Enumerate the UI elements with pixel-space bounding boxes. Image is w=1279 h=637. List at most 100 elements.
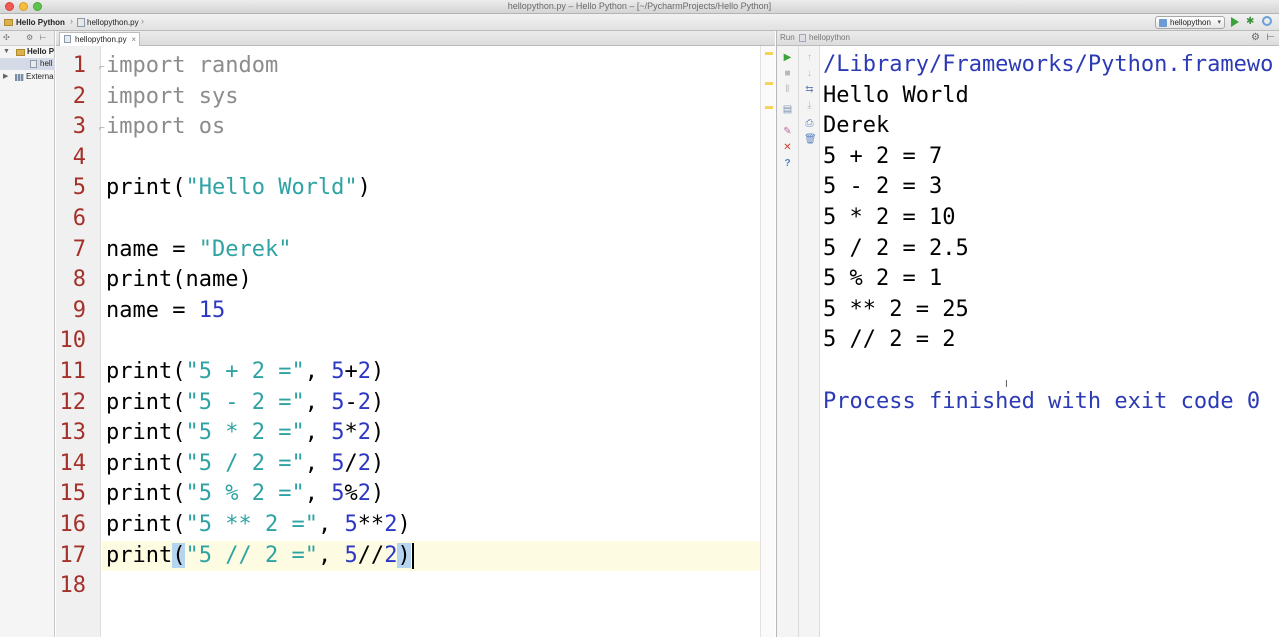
code-token: ) <box>397 512 411 537</box>
sync-icon[interactable]: ✣ <box>3 33 10 42</box>
scroll-to-end-icon[interactable]: ⤓ <box>804 100 815 111</box>
expand-arrow-icon[interactable]: ▼ <box>3 46 10 58</box>
tab-hellopython[interactable]: hellopython.py × <box>59 32 140 46</box>
stop-icon[interactable]: ■ <box>782 68 793 79</box>
code-token: ) <box>370 481 385 507</box>
code-token: 15 <box>198 297 226 323</box>
debug-bug-icon[interactable]: ✱ <box>1246 16 1254 27</box>
code-token: "5 + 2 =" <box>185 359 305 384</box>
code-token: 2 <box>357 450 371 476</box>
line-number: 18 <box>59 573 87 599</box>
code-token: "5 % 2 =" <box>185 481 305 507</box>
code-token: import sys <box>106 83 239 109</box>
code-line[interactable]: print("Hello World") <box>106 173 371 203</box>
close-run-icon[interactable]: ✕ <box>782 142 793 153</box>
pause-icon[interactable]: ‖ <box>782 84 793 95</box>
tree-item-file[interactable]: hell <box>0 58 55 70</box>
window-title: hellopython.py – Hello Python – [~/Pycha… <box>507 1 772 11</box>
code-token: , <box>304 359 332 384</box>
editor-tab-bar: hellopython.py × <box>56 31 775 46</box>
run-tab-hellopython[interactable]: hellopython <box>799 31 850 45</box>
line-number: 9 <box>72 297 86 323</box>
pin-icon[interactable]: ✎ <box>782 126 793 137</box>
gear-icon[interactable]: ⚙ <box>26 33 33 42</box>
code-token: print( <box>106 512 186 537</box>
run-toolbar-secondary: ↑ ↓ ⇆ ⤓ ⎙ 🗑 <box>799 46 820 637</box>
run-panel-header: Run hellopython ⚙ ⊢ <box>777 31 1279 46</box>
code-token: + <box>344 359 358 384</box>
code-line[interactable]: name = "Derek" <box>106 235 291 265</box>
code-line[interactable]: import random <box>106 51 278 81</box>
python-config-icon <box>799 34 806 42</box>
help-icon[interactable]: ? <box>782 158 793 169</box>
rerun-icon[interactable]: ▶ <box>782 52 793 63</box>
console-output[interactable]: /Library/Frameworks/Python.framewo Hello … <box>823 50 1278 630</box>
soft-wrap-icon[interactable]: ⇆ <box>804 84 815 95</box>
code-line[interactable]: name = 15 <box>106 296 225 326</box>
console-line: 5 // 2 = 2 <box>823 327 956 353</box>
project-toolbar: ✣ ⚙ ⊢ <box>0 31 54 46</box>
warning-marker[interactable] <box>765 106 773 109</box>
arrow-down-icon[interactable]: ↓ <box>804 68 815 79</box>
code-token: "5 // 2 =" <box>185 542 318 568</box>
run-configuration-label: hellopython <box>1170 18 1211 27</box>
tree-item-project[interactable]: ▼ Hello P <box>0 46 55 58</box>
code-line[interactable]: print(name) <box>106 265 252 295</box>
text-caret <box>411 542 414 569</box>
code-token: 2 <box>357 389 371 415</box>
console-line: Process finished with exit code 0 <box>823 388 1261 414</box>
navigation-bar: Hello Python › hellopython.py › hellopyt… <box>0 14 1279 31</box>
coverage-icon[interactable] <box>1262 16 1272 26</box>
python-file-icon <box>77 18 85 27</box>
code-token: print( <box>106 359 186 384</box>
gear-icon[interactable]: ⚙ <box>1251 31 1260 45</box>
breadcrumb-project[interactable]: Hello Python <box>4 16 65 29</box>
code-token: import random <box>106 53 279 78</box>
code-line[interactable]: print("5 // 2 =", 5//2) <box>106 541 414 571</box>
warning-marker[interactable] <box>765 52 773 55</box>
code-line[interactable]: import sys <box>106 82 238 112</box>
warning-marker[interactable] <box>765 82 773 85</box>
code-line[interactable]: print("5 ** 2 =", 5**2) <box>106 510 411 540</box>
line-number: 13 <box>59 420 87 446</box>
code-token: ) <box>397 542 411 568</box>
dump-threads-icon[interactable]: ▤ <box>782 104 793 115</box>
code-token: 5 <box>344 512 358 537</box>
line-number: 6 <box>72 206 86 231</box>
line-number: 2 <box>72 83 86 109</box>
fold-marker-icon[interactable]: ⌐ <box>99 114 105 144</box>
print-icon[interactable]: ⎙ <box>804 118 815 129</box>
run-configuration-select[interactable]: hellopython ▾ <box>1155 16 1225 29</box>
fold-marker-icon[interactable]: ⌐ <box>99 53 105 83</box>
error-stripe[interactable] <box>760 46 775 637</box>
code-line[interactable]: print("5 + 2 =", 5+2) <box>106 357 384 387</box>
code-line[interactable]: print("5 - 2 =", 5-2) <box>106 388 384 418</box>
breadcrumb-separator-icon: › <box>141 16 144 26</box>
code-token: 2 <box>384 512 398 537</box>
code-line[interactable]: import os <box>106 112 225 142</box>
line-number: 1 <box>72 53 86 78</box>
clear-all-trash-icon[interactable]: 🗑 <box>804 134 817 145</box>
breadcrumb-file-label: hellopython.py <box>87 18 139 27</box>
tree-item-external-libraries[interactable]: ▶ Externa <box>0 71 55 83</box>
console-line: 5 - 2 = 3 <box>823 174 943 200</box>
project-tool-window: ✣ ⚙ ⊢ ▼ Hello P hell ▶ Externa <box>0 31 55 637</box>
code-line[interactable]: print("5 % 2 =", 5%2) <box>106 479 384 509</box>
hide-panel-icon[interactable]: ⊢ <box>1266 31 1275 45</box>
collapse-arrow-icon[interactable]: ▶ <box>3 71 8 83</box>
folder-icon <box>4 19 13 26</box>
console-line: Hello World <box>823 82 969 108</box>
run-button[interactable] <box>1231 17 1239 27</box>
collapse-icon[interactable]: ⊢ <box>39 33 46 42</box>
line-number: 15 <box>59 481 87 507</box>
line-number: 5 <box>72 175 86 201</box>
breadcrumb-file[interactable]: hellopython.py <box>77 16 139 29</box>
code-line[interactable]: print("5 * 2 =", 5*2) <box>106 418 384 448</box>
code-token: , <box>304 389 332 415</box>
code-editor[interactable]: 1 2 3 4 5 6 7 8 9 10 11 12 13 14 15 16 17 18 ⌐ ⌐ import ran… <box>56 46 775 637</box>
python-config-icon <box>1159 19 1167 27</box>
code-token: 2 <box>384 542 398 568</box>
code-line[interactable]: print("5 / 2 =", 5/2) <box>106 449 384 479</box>
arrow-up-icon[interactable]: ↑ <box>804 52 815 63</box>
close-icon[interactable]: × <box>131 33 136 46</box>
